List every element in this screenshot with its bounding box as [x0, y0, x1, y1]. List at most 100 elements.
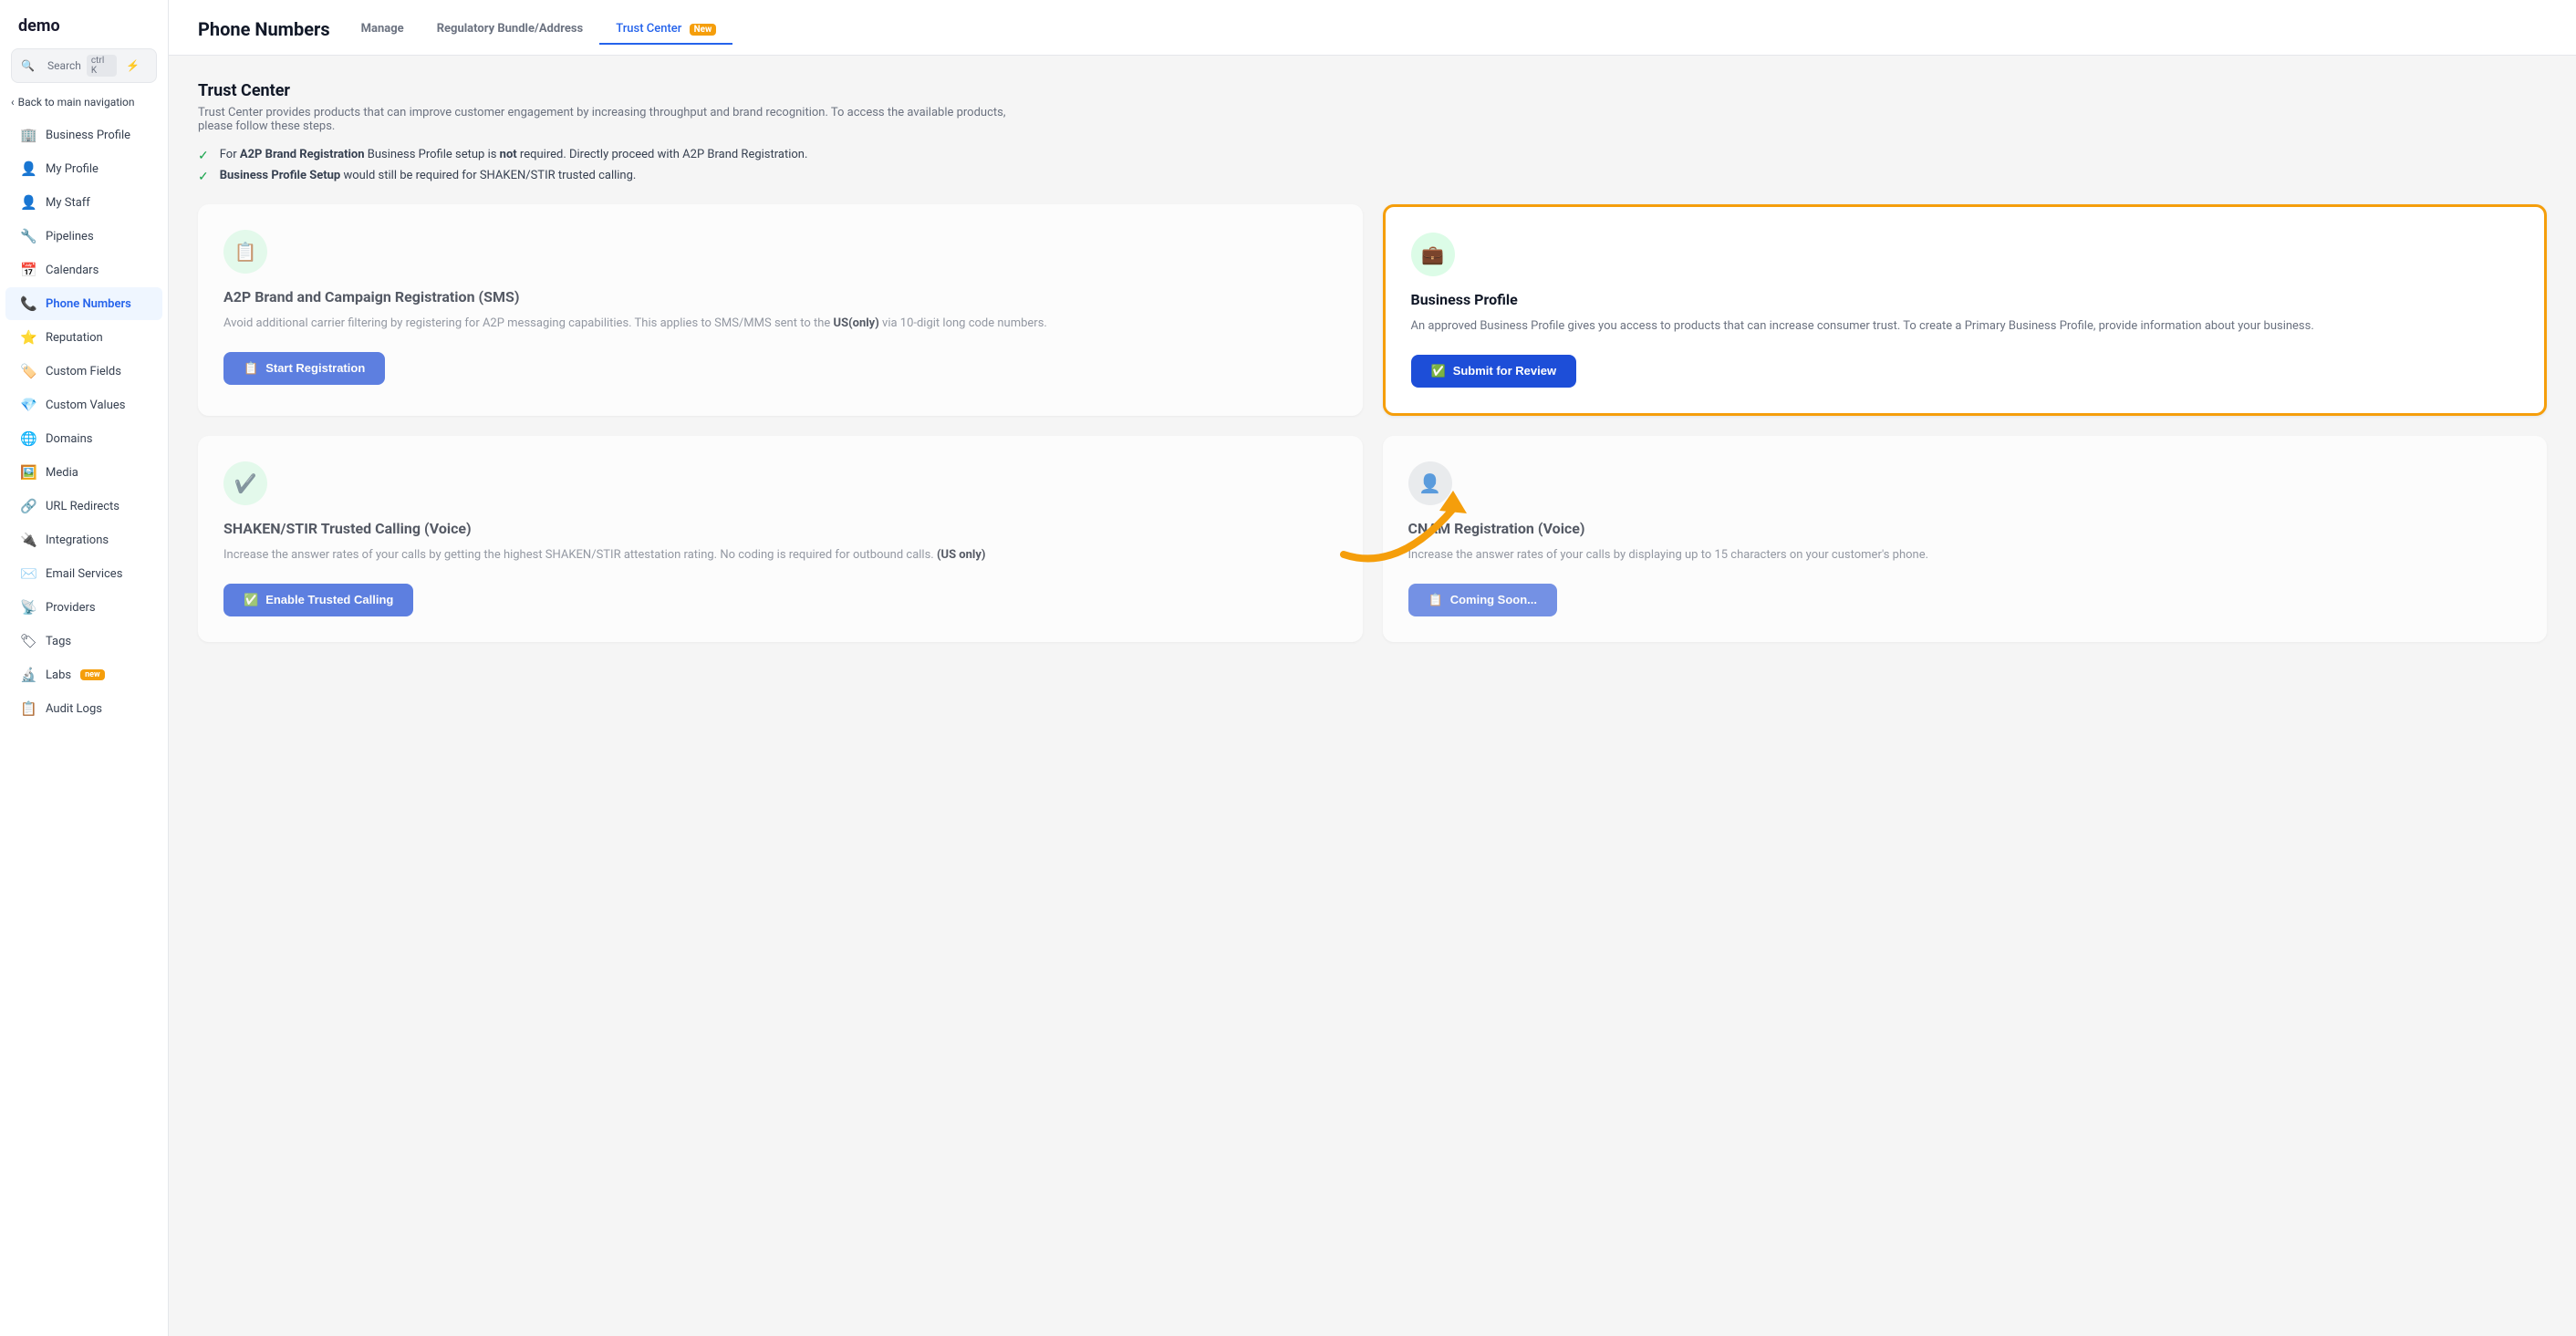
my-profile-icon: 👤 — [20, 161, 36, 177]
coming-soon-label: Coming Soon... — [1450, 593, 1537, 606]
sidebar-item-domains[interactable]: 🌐 Domains — [5, 422, 162, 455]
sidebar-item-reputation[interactable]: ⭐ Reputation — [5, 321, 162, 354]
email-services-label: Email Services — [46, 567, 122, 581]
cnam-card: 👤 CNAM Registration (Voice) Increase the… — [1383, 436, 2548, 642]
email-services-icon: ✉️ — [20, 565, 36, 582]
shaken-stir-card: ✔️ SHAKEN/STIR Trusted Calling (Voice) I… — [198, 436, 1363, 642]
back-navigation[interactable]: ‹ Back to main navigation — [0, 90, 168, 118]
cnam-card-title: CNAM Registration (Voice) — [1408, 520, 2522, 537]
sidebar-item-labs[interactable]: 🔬 Labsnew — [5, 658, 162, 691]
bullet-item-2: ✓ Business Profile Setup would still be … — [198, 169, 2547, 184]
a2p-card-title: A2P Brand and Campaign Registration (SMS… — [223, 288, 1337, 306]
search-icon: 🔍 — [21, 59, 42, 72]
a2p-card-icon: 📋 — [223, 230, 267, 274]
my-staff-label: My Staff — [46, 196, 90, 210]
sidebar-item-tags[interactable]: 🏷 Tags — [5, 625, 162, 658]
enable-trusted-calling-label: Enable Trusted Calling — [265, 593, 393, 606]
enable-trusted-calling-icon: ✅ — [244, 593, 258, 607]
tags-icon: 🏷 — [20, 633, 36, 649]
business-profile-card: 💼 Business Profile An approved Business … — [1383, 204, 2548, 416]
business-profile-card-title: Business Profile — [1411, 291, 2519, 308]
main-content: Phone Numbers ManageRegulatory Bundle/Ad… — [169, 0, 2576, 1336]
a2p-card: 📋 A2P Brand and Campaign Registration (S… — [198, 204, 1363, 416]
shaken-stir-card-icon: ✔️ — [223, 461, 267, 505]
flash-icon: ⚡ — [126, 59, 147, 72]
business-profile-label: Business Profile — [46, 129, 130, 142]
labs-badge: new — [80, 669, 105, 680]
coming-soon-icon: 📋 — [1428, 593, 1443, 607]
providers-icon: 📡 — [20, 599, 36, 616]
page-header: Phone Numbers ManageRegulatory Bundle/Ad… — [169, 0, 2576, 56]
start-registration-label: Start Registration — [265, 361, 365, 375]
audit-logs-icon: 📋 — [20, 700, 36, 717]
url-redirects-icon: 🔗 — [20, 498, 36, 514]
submit-for-review-icon: ✅ — [1431, 364, 1446, 378]
sidebar-item-media[interactable]: 🖼️ Media — [5, 456, 162, 489]
media-icon: 🖼️ — [20, 464, 36, 481]
tab-trust-center[interactable]: Trust Center New — [599, 15, 732, 45]
sidebar-item-integrations[interactable]: 🔌 Integrations — [5, 523, 162, 556]
my-profile-label: My Profile — [46, 162, 99, 176]
custom-values-label: Custom Values — [46, 399, 126, 412]
tab-manage[interactable]: Manage — [345, 15, 421, 45]
sidebar-item-pipelines[interactable]: 🔧 Pipelines — [5, 220, 162, 253]
custom-fields-icon: 🏷️ — [20, 363, 36, 379]
domains-icon: 🌐 — [20, 430, 36, 447]
custom-fields-label: Custom Fields — [46, 365, 121, 378]
reputation-icon: ⭐ — [20, 329, 36, 346]
phone-numbers-label: Phone Numbers — [46, 297, 131, 311]
labs-label: Labs — [46, 668, 71, 682]
calendars-icon: 📅 — [20, 262, 36, 278]
header-tabs: ManageRegulatory Bundle/AddressTrust Cen… — [345, 15, 733, 44]
start-registration-icon: 📋 — [244, 361, 258, 376]
sidebar-item-audit-logs[interactable]: 📋 Audit Logs — [5, 692, 162, 725]
business-profile-card-desc: An approved Business Profile gives you a… — [1411, 317, 2519, 337]
coming-soon-button[interactable]: 📋 Coming Soon... — [1408, 584, 1558, 616]
pipelines-label: Pipelines — [46, 230, 94, 243]
submit-for-review-label: Submit for Review — [1453, 364, 1556, 378]
sidebar-item-phone-numbers[interactable]: 📞 Phone Numbers — [5, 287, 162, 320]
search-bar[interactable]: 🔍 Search ctrl K ⚡ — [11, 48, 157, 83]
sidebar-item-my-staff[interactable]: 👤 My Staff — [5, 186, 162, 219]
bullet-list: ✓ For A2P Brand Registration Business Pr… — [198, 148, 2547, 184]
phone-numbers-icon: 📞 — [20, 295, 36, 312]
integrations-icon: 🔌 — [20, 532, 36, 548]
trust-center-title: Trust Center — [198, 81, 2547, 100]
sidebar-item-email-services[interactable]: ✉️ Email Services — [5, 557, 162, 590]
pipelines-icon: 🔧 — [20, 228, 36, 244]
enable-trusted-calling-button[interactable]: ✅ Enable Trusted Calling — [223, 584, 413, 616]
page-title: Phone Numbers ManageRegulatory Bundle/Ad… — [198, 15, 2547, 44]
search-shortcut: ctrl K — [87, 55, 117, 77]
sidebar-item-my-profile[interactable]: 👤 My Profile — [5, 152, 162, 185]
business-profile-icon: 🏢 — [20, 127, 36, 143]
sidebar-item-business-profile[interactable]: 🏢 Business Profile — [5, 119, 162, 151]
sidebar-item-custom-values[interactable]: 💎 Custom Values — [5, 388, 162, 421]
sidebar-item-calendars[interactable]: 📅 Calendars — [5, 254, 162, 286]
domains-label: Domains — [46, 432, 92, 446]
tab-trust-center-badge: New — [690, 24, 717, 36]
chevron-left-icon: ‹ — [11, 96, 15, 109]
url-redirects-label: URL Redirects — [46, 500, 119, 513]
cnam-card-icon: 👤 — [1408, 461, 1452, 505]
bullet-text-1: For A2P Brand Registration Business Prof… — [220, 148, 808, 161]
tags-label: Tags — [46, 635, 71, 648]
app-logo: demo — [0, 0, 168, 48]
shaken-stir-card-title: SHAKEN/STIR Trusted Calling (Voice) — [223, 520, 1337, 537]
sidebar-item-custom-fields[interactable]: 🏷️ Custom Fields — [5, 355, 162, 388]
labs-icon: 🔬 — [20, 667, 36, 683]
start-registration-button[interactable]: 📋 Start Registration — [223, 352, 385, 385]
trust-center-description: Trust Center provides products that can … — [198, 106, 1019, 133]
calendars-label: Calendars — [46, 264, 99, 277]
cnam-card-desc: Increase the answer rates of your calls … — [1408, 546, 2522, 565]
sidebar: demo 🔍 Search ctrl K ⚡ ‹ Back to main na… — [0, 0, 169, 1336]
reputation-label: Reputation — [46, 331, 103, 345]
shaken-stir-card-desc: Increase the answer rates of your calls … — [223, 546, 1337, 565]
submit-for-review-button[interactable]: ✅ Submit for Review — [1411, 355, 1577, 388]
sidebar-item-providers[interactable]: 📡 Providers — [5, 591, 162, 624]
tab-regulatory[interactable]: Regulatory Bundle/Address — [421, 15, 600, 45]
my-staff-icon: 👤 — [20, 194, 36, 211]
sidebar-item-url-redirects[interactable]: 🔗 URL Redirects — [5, 490, 162, 523]
search-label: Search — [47, 59, 81, 72]
page-content: Trust Center Trust Center provides produ… — [169, 56, 2576, 1336]
providers-label: Providers — [46, 601, 96, 615]
